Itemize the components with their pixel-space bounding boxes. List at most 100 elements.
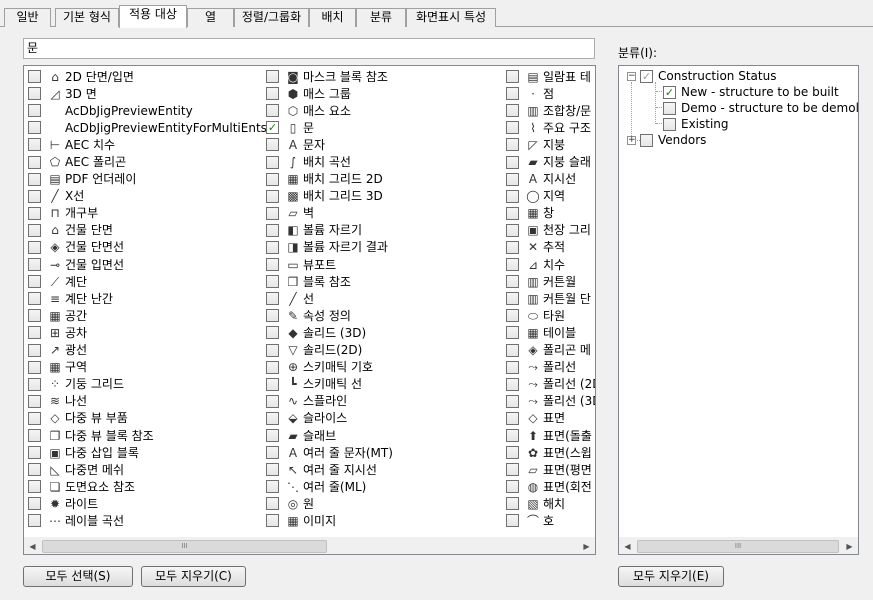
item-checkbox[interactable] — [28, 480, 41, 494]
item-checkbox[interactable] — [506, 206, 519, 220]
list-item[interactable]: ▭ 뷰포트 — [266, 256, 506, 273]
item-checkbox[interactable] — [266, 360, 279, 374]
tree-node-new[interactable]: ✓ New - structure to be built — [663, 84, 839, 100]
list-item[interactable]: ⌂ 건물 단면 — [28, 222, 266, 239]
item-checkbox[interactable] — [266, 377, 279, 391]
item-checkbox[interactable] — [266, 258, 279, 272]
list-item[interactable]: ⬡ 매스 요소 — [266, 102, 506, 119]
item-checkbox[interactable] — [506, 446, 519, 460]
list-item[interactable]: ▥ 조합창/문 — [506, 102, 595, 119]
list-item[interactable]: ◨ 볼륨 자르기 결과 — [266, 239, 506, 256]
select-all-button[interactable]: 모두 선택(S) — [23, 566, 133, 587]
item-checkbox[interactable] — [506, 138, 519, 152]
item-checkbox[interactable] — [28, 258, 41, 272]
item-checkbox[interactable] — [506, 121, 519, 135]
item-checkbox[interactable] — [28, 138, 41, 152]
list-item[interactable]: ◆ 솔리드 (3D) — [266, 324, 506, 341]
item-checkbox[interactable] — [28, 70, 41, 84]
list-item[interactable]: A 지시선 — [506, 171, 595, 188]
tab-columns[interactable]: 열 — [187, 8, 234, 27]
list-item[interactable]: ⋱ 여러 줄(ML) — [266, 478, 506, 495]
tree-node-existing[interactable]: Existing — [663, 116, 729, 132]
list-item[interactable]: ⬙ 슬라이스 — [266, 410, 506, 427]
list-item[interactable]: ◇ 표면 — [506, 410, 595, 427]
item-checkbox[interactable] — [266, 70, 279, 84]
item-checkbox[interactable] — [28, 309, 41, 323]
item-checkbox[interactable] — [506, 360, 519, 374]
item-checkbox[interactable] — [266, 411, 279, 425]
clear-all-category-button[interactable]: 모두 지우기(E) — [618, 566, 724, 587]
list-item[interactable]: ⊞ 공차 — [28, 324, 266, 341]
collapse-icon[interactable]: − — [627, 71, 636, 81]
item-checkbox[interactable] — [506, 189, 519, 203]
item-checkbox[interactable] — [506, 275, 519, 289]
item-checkbox[interactable] — [266, 292, 279, 306]
item-checkbox[interactable] — [266, 240, 279, 254]
list-item[interactable]: ⌂ 2D 단면/입면 — [28, 68, 266, 85]
item-checkbox[interactable] — [506, 240, 519, 254]
item-checkbox[interactable] — [266, 223, 279, 237]
item-checkbox[interactable] — [266, 326, 279, 340]
item-checkbox[interactable] — [266, 446, 279, 460]
list-item[interactable]: A 문자 — [266, 136, 506, 153]
item-checkbox[interactable] — [28, 429, 41, 443]
tree-checkbox-new[interactable]: ✓ — [663, 85, 676, 99]
list-item[interactable]: ⌇ 주요 구조 — [506, 119, 595, 136]
item-checkbox[interactable] — [506, 377, 519, 391]
item-checkbox[interactable] — [28, 87, 41, 101]
scroll-right-arrow-icon[interactable]: ▶ — [841, 538, 858, 554]
list-item[interactable]: ❐ 다중 뷰 블록 참조 — [28, 427, 266, 444]
item-checkbox[interactable] — [28, 240, 41, 254]
list-item[interactable]: ▽ 솔리드(2D) — [266, 342, 506, 359]
list-item[interactable]: ▦ 공간 — [28, 307, 266, 324]
list-item[interactable]: ⋯ 레이블 곡선 — [28, 512, 266, 529]
list-item[interactable]: ⊸ 건물 입면선 — [28, 256, 266, 273]
list-item[interactable]: ┗ 스키매틱 선 — [266, 376, 506, 393]
item-checkbox[interactable] — [266, 206, 279, 220]
list-item[interactable]: ▣ 다중 삽입 블록 — [28, 444, 266, 461]
tree-checkbox-existing[interactable] — [663, 117, 676, 131]
item-checkbox[interactable] — [506, 480, 519, 494]
list-item[interactable]: A 여러 줄 문자(MT) — [266, 444, 506, 461]
filter-input[interactable]: 문 — [23, 38, 595, 59]
list-item[interactable]: ▦ 창 — [506, 205, 595, 222]
tab-classification[interactable]: 분류 — [356, 8, 406, 27]
item-checkbox[interactable] — [28, 155, 41, 169]
item-checkbox[interactable] — [506, 292, 519, 306]
item-checkbox[interactable] — [506, 497, 519, 511]
item-checkbox[interactable] — [266, 463, 279, 477]
item-checkbox[interactable] — [506, 514, 519, 528]
list-item[interactable]: ◈ 폴리곤 메 — [506, 342, 595, 359]
list-item[interactable]: ◇ 다중 뷰 부품 — [28, 410, 266, 427]
list-item[interactable]: ▥ 커튼월 단 — [506, 290, 595, 307]
item-checkbox[interactable] — [266, 87, 279, 101]
list-item[interactable]: ▦ 배치 그리드 2D — [266, 171, 506, 188]
list-item[interactable]: ⬆ 표면(돌출 — [506, 427, 595, 444]
item-checkbox[interactable] — [28, 343, 41, 357]
list-item[interactable]: ◿ 3D 면 — [28, 85, 266, 102]
item-checkbox[interactable] — [28, 172, 41, 186]
item-checkbox[interactable] — [28, 292, 41, 306]
list-item[interactable]: ╱ X선 — [28, 188, 266, 205]
item-checkbox[interactable] — [28, 104, 41, 118]
item-checkbox[interactable] — [266, 172, 279, 186]
list-item[interactable]: ↖ 여러 줄 지시선 — [266, 461, 506, 478]
list-item[interactable]: ✓ ▯ 문 — [266, 119, 506, 136]
scroll-left-arrow-icon[interactable]: ◀ — [619, 538, 636, 554]
tab-display-properties[interactable]: 화면표시 특성 — [406, 8, 496, 27]
list-item[interactable]: ▱ 표면(평면 — [506, 461, 595, 478]
item-checkbox[interactable] — [28, 121, 41, 135]
category-hscrollbar[interactable]: ◀ III ▶ — [619, 537, 858, 554]
item-checkbox[interactable] — [266, 394, 279, 408]
list-item[interactable]: ❏ 도면요소 참조 — [28, 478, 266, 495]
item-checkbox[interactable] — [266, 275, 279, 289]
item-checkbox[interactable] — [28, 206, 41, 220]
item-checkbox[interactable] — [266, 429, 279, 443]
list-item[interactable]: ⤳ 폴리선 — [506, 359, 595, 376]
item-checkbox[interactable] — [506, 309, 519, 323]
item-checkbox[interactable] — [28, 275, 41, 289]
list-item[interactable]: ▧ 해치 — [506, 495, 595, 512]
list-item[interactable]: ⤳ 폴리선 (2D — [506, 376, 595, 393]
item-checkbox[interactable] — [28, 377, 41, 391]
list-item[interactable]: ▦ 이미지 — [266, 512, 506, 529]
